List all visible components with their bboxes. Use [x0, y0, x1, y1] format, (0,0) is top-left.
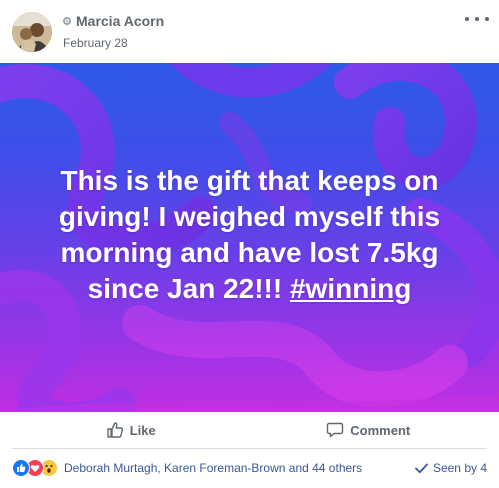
thumbs-up-icon: [107, 422, 123, 438]
reaction-icons[interactable]: [12, 459, 58, 477]
author-avatar[interactable]: [12, 12, 52, 52]
more-options-icon[interactable]: [465, 12, 489, 26]
seen-by[interactable]: Seen by 4: [415, 461, 487, 475]
post-date[interactable]: February 28: [63, 36, 128, 50]
comment-button[interactable]: Comment: [250, 412, 488, 448]
author-name[interactable]: Marcia Acorn: [76, 13, 164, 29]
like-label: Like: [129, 422, 156, 438]
menu-dot: [465, 17, 469, 21]
menu-dot: [485, 17, 489, 21]
hashtag-link[interactable]: #winning: [290, 273, 411, 304]
like-button[interactable]: Like: [12, 412, 250, 448]
post-background-image[interactable]: This is the gift that keeps on giving! I…: [0, 63, 499, 412]
like-icon: [12, 459, 30, 477]
checkmark-icon: [415, 463, 428, 473]
post-text: This is the gift that keeps on giving! I…: [20, 163, 479, 307]
post-text-line: morning and have lost 7.5kg: [60, 237, 439, 268]
post-text-line: giving! I weighed myself this: [58, 201, 441, 232]
menu-dot: [475, 17, 479, 21]
active-status-icon: [63, 17, 71, 25]
post-actions-bar: Like Comment: [12, 412, 487, 449]
avatar-photo: [12, 12, 52, 52]
comment-icon: [327, 422, 344, 438]
post-header: Marcia Acorn February 28: [0, 0, 499, 63]
comment-label: Comment: [350, 422, 411, 438]
post-text-line: This is the gift that keeps on: [60, 165, 439, 196]
author-line: Marcia Acorn: [63, 13, 164, 29]
reactors-list[interactable]: Deborah Murtagh, Karen Foreman-Brown and…: [64, 461, 362, 475]
reactions-row: Deborah Murtagh, Karen Foreman-Brown and…: [12, 449, 487, 487]
post-text-line: since Jan 22!!! #winning: [20, 271, 479, 307]
post-text-fragment: since Jan 22!!!: [87, 273, 290, 304]
seen-by-label: Seen by 4: [432, 461, 487, 475]
